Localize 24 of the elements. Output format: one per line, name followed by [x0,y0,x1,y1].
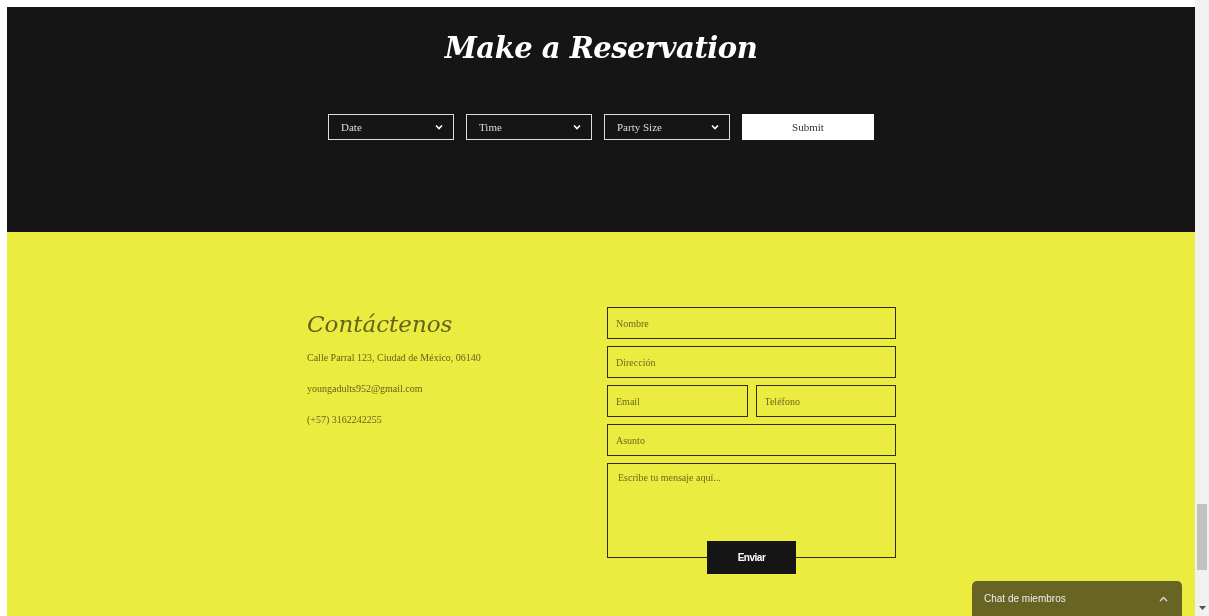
input-field[interactable]: Dirección [607,346,896,378]
send-button[interactable]: Enviar [707,541,796,574]
input-field[interactable]: Email [607,385,748,417]
contact-text: (+57) 3162242255 [307,414,383,427]
scrollbar[interactable] [1195,0,1209,616]
input-field[interactable]: Nombre [607,307,896,339]
chevron-down-icon [435,124,443,130]
chat-label: Chat de miembros [984,593,1066,604]
chat-widget[interactable]: Chat de miembros [972,581,1182,616]
chevron-down-icon [573,124,581,130]
scroll-down-icon[interactable] [1199,606,1206,610]
dropdown[interactable]: Date [328,114,454,140]
contact-text: youngadults952@gmail.com [307,383,424,396]
submit-button[interactable]: Submit [742,114,874,140]
chevron-up-icon [1159,595,1168,602]
section-title: Make a Reservation [444,32,758,64]
contact-text: Calle Parral 123, Ciudad de México, 06140 [307,352,482,365]
scrollbar-thumb[interactable] [1197,504,1207,570]
chevron-down-icon [711,124,719,130]
input-field[interactable]: Teléfono [755,385,896,417]
input-field[interactable]: Asunto [607,424,896,456]
dropdown[interactable]: Party Size [604,114,730,140]
dropdown[interactable]: Time [466,114,592,140]
section-title: Contáctenos [307,311,454,337]
